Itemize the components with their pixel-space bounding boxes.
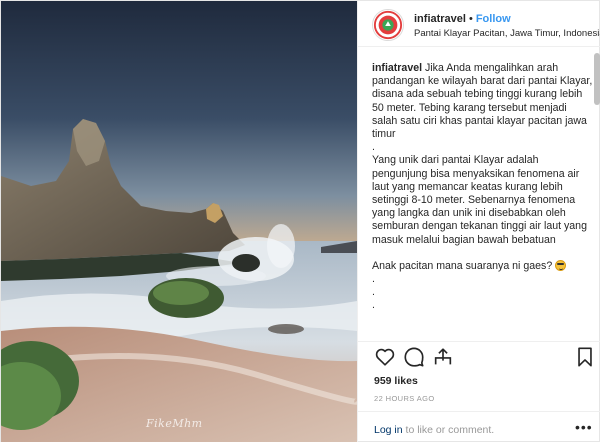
post-header: infiatravel • Follow Pantai Klayar Pacitan… bbox=[358, 1, 600, 47]
like-count[interactable]: 959 likes bbox=[374, 375, 418, 387]
caption-area: infiatravel Jika Anda mengalihkan arah p… bbox=[358, 48, 600, 342]
caption-username[interactable]: infiatravel bbox=[372, 62, 422, 74]
caption-dot: . bbox=[372, 286, 375, 299]
post-sidebar: infiatravel • Follow Pantai Klayar Pacitan… bbox=[357, 1, 600, 442]
caption-dot: . bbox=[372, 299, 375, 312]
grinning-emoji-icon bbox=[555, 259, 567, 271]
brand-logo-icon bbox=[373, 10, 403, 40]
login-prompt: Log in to like or comment. bbox=[374, 424, 494, 436]
photographer-signature: FikeMhm bbox=[146, 417, 203, 430]
caption-dot: . bbox=[372, 273, 375, 286]
header-name-row: infiatravel • Follow bbox=[414, 13, 511, 25]
avatar[interactable] bbox=[372, 9, 404, 41]
scrollbar-thumb[interactable] bbox=[594, 53, 600, 105]
bookmark-icon[interactable] bbox=[574, 346, 596, 368]
heart-icon[interactable] bbox=[374, 346, 396, 368]
caption-dot: . bbox=[372, 141, 375, 154]
caption-paragraph-2: Yang unik dari pantai Klayar adalah peng… bbox=[372, 154, 587, 246]
username-link[interactable]: infiatravel bbox=[414, 13, 466, 25]
post-timestamp[interactable]: 22 HOURS AGO bbox=[374, 394, 435, 403]
separator-dot: • bbox=[468, 13, 473, 25]
share-icon[interactable] bbox=[432, 346, 454, 368]
action-bar bbox=[358, 342, 600, 372]
login-prompt-text: to like or comment. bbox=[402, 424, 495, 436]
more-options-icon[interactable]: ••• bbox=[575, 420, 593, 434]
caption: infiatravel Jika Anda mengalihkan arah p… bbox=[372, 62, 594, 313]
follow-button[interactable]: Follow bbox=[476, 13, 511, 25]
post-photo[interactable]: FikeMhm bbox=[1, 1, 357, 442]
comment-icon[interactable] bbox=[403, 346, 425, 368]
beach-cliff-photo bbox=[1, 1, 357, 442]
location-link[interactable]: Pantai Klayar Pacitan, Jawa Timur, Indon… bbox=[414, 28, 600, 39]
login-footer: Log in to like or comment. ••• bbox=[358, 411, 600, 442]
caption-scrollbar[interactable] bbox=[594, 53, 600, 333]
caption-question: Anak pacitan mana suaranya ni gaes? bbox=[372, 259, 553, 272]
login-link[interactable]: Log in bbox=[374, 424, 403, 436]
instagram-post: FikeMhm infiatravel • Follow Pantai Klayar… bbox=[0, 0, 600, 442]
